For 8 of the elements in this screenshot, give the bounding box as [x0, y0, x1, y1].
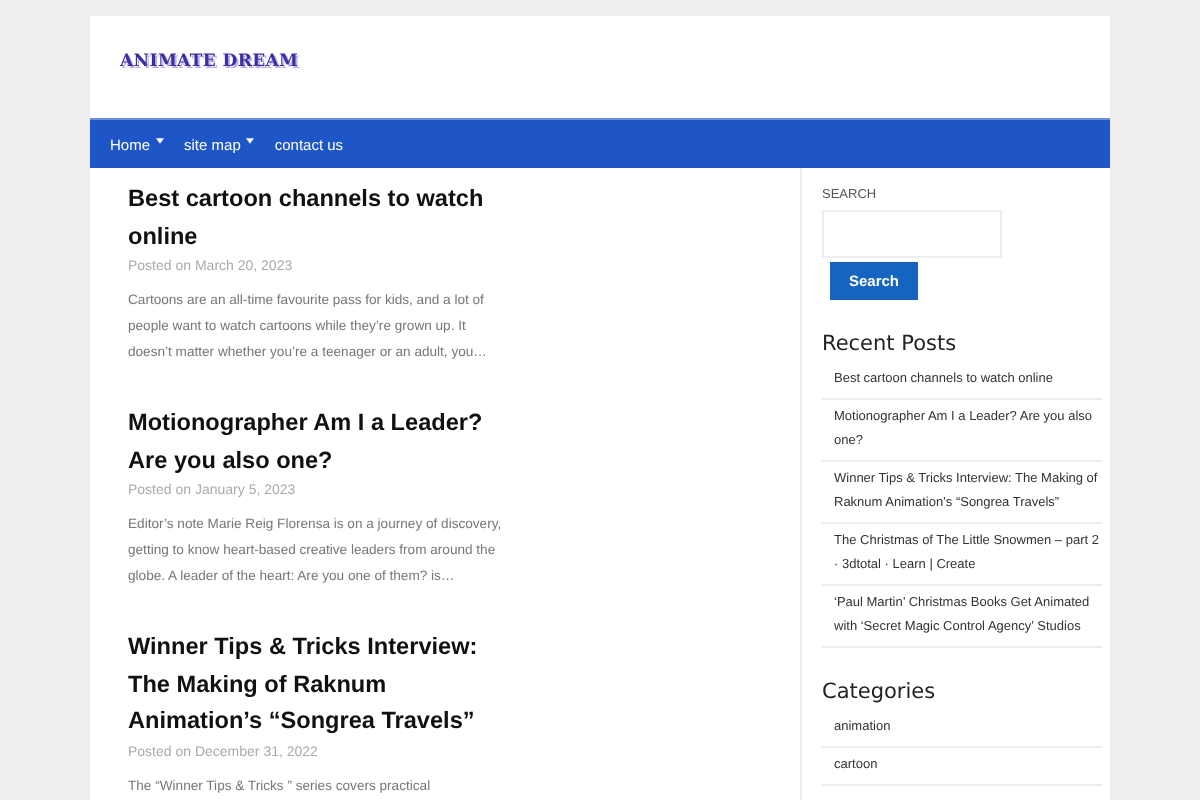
site-logo[interactable]: ANIMATE DREAM: [120, 51, 299, 71]
post-title[interactable]: Winner Tips & Tricks Interview: The Making of Raknum Animation’s “Songrea Travels”: [128, 628, 512, 739]
widget-title: Categories: [822, 680, 936, 704]
caret-icon: [156, 138, 165, 144]
post-title[interactable]: Motionographer Am I a Leader? Are you also one?: [128, 404, 512, 478]
post-title[interactable]: Best cartoon channels to watch online: [128, 180, 512, 254]
widget-title: Recent Posts: [822, 332, 957, 356]
caret-icon: [246, 138, 255, 144]
